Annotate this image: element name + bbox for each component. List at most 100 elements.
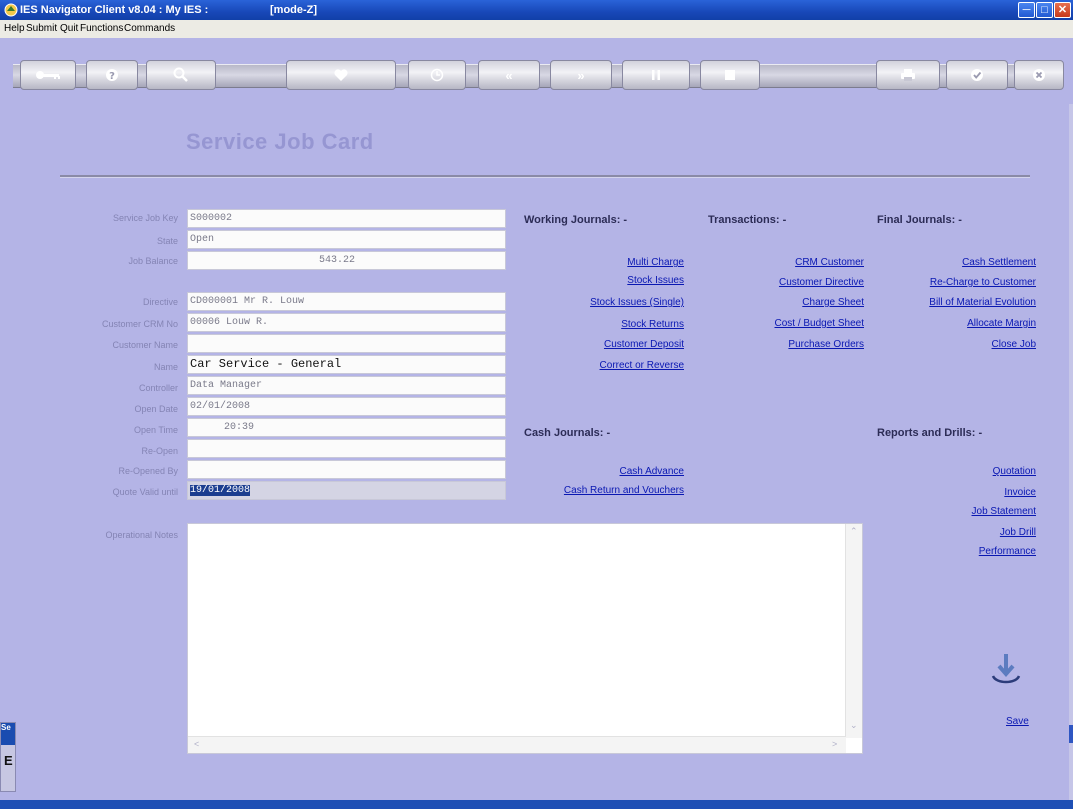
name-field[interactable]: Car Service - General <box>187 355 506 374</box>
link-stock-returns[interactable]: Stock Returns <box>520 319 684 330</box>
controller-field[interactable]: Data Manager <box>187 376 506 395</box>
docked-window-glyph: E <box>4 753 13 768</box>
maximize-button[interactable]: □ <box>1036 2 1053 18</box>
customer-name-field[interactable] <box>187 334 506 353</box>
minimize-icon: ─ <box>1022 4 1031 16</box>
notes-vertical-scrollbar[interactable]: ⌃ ⌄ <box>845 524 862 738</box>
job-balance-label: Job Balance <box>128 256 178 266</box>
quote-valid-until-label: Quote Valid until <box>112 487 178 497</box>
docked-window-stub[interactable]: Se E <box>0 722 16 792</box>
service-job-key-label: Service Job Key <box>112 213 178 223</box>
job-balance-field[interactable]: 543.22 <box>187 251 506 270</box>
link-cost-budget-sheet[interactable]: Cost / Budget Sheet <box>700 318 864 329</box>
rewind-icon: « <box>505 67 513 83</box>
minimize-button[interactable]: ─ <box>1018 2 1035 18</box>
state-label: State <box>156 236 178 246</box>
previous-button[interactable]: « <box>478 60 540 90</box>
scroll-left-icon[interactable]: < <box>194 739 199 749</box>
link-re-charge-to-customer[interactable]: Re-Charge to Customer <box>870 277 1036 288</box>
next-button[interactable]: » <box>550 60 612 90</box>
app-window: IES Navigator Client v8.04 : My IES : [m… <box>0 0 1073 809</box>
stop-icon <box>725 70 735 80</box>
toolbar: ? « » <box>0 38 1073 104</box>
download-save-icon <box>991 654 1021 684</box>
customer-crm-no-label: Customer CRM No <box>101 319 178 329</box>
history-button[interactable] <box>408 60 466 90</box>
scroll-up-icon[interactable]: ⌃ <box>850 526 858 537</box>
confirm-button[interactable] <box>946 60 1008 90</box>
menu-submit[interactable]: Submit <box>26 23 57 34</box>
link-quotation[interactable]: Quotation <box>870 466 1036 477</box>
service-job-key-field[interactable]: S000002 <box>187 209 506 228</box>
app-icon <box>4 3 18 17</box>
check-icon <box>971 69 983 81</box>
key-icon <box>36 71 60 79</box>
link-stock-issues[interactable]: Stock Issues <box>520 275 684 286</box>
bottom-border <box>0 800 1073 809</box>
directive-label: Directive <box>142 297 178 307</box>
link-job-drill[interactable]: Job Drill <box>870 527 1036 538</box>
link-customer-directive[interactable]: Customer Directive <box>700 277 864 288</box>
save-icon-button[interactable] <box>990 650 1022 690</box>
docked-window-title: Se <box>1 723 15 745</box>
re-open-field[interactable] <box>187 439 506 458</box>
link-multi-charge[interactable]: Multi Charge <box>520 257 684 268</box>
search-button[interactable] <box>146 60 216 90</box>
notes-horizontal-scrollbar[interactable]: < > <box>188 736 846 753</box>
re-opened-by-field[interactable] <box>187 460 506 479</box>
title-bar[interactable]: IES Navigator Client v8.04 : My IES : [m… <box>0 0 1073 20</box>
print-button[interactable] <box>876 60 940 90</box>
menu-commands[interactable]: Commands <box>124 23 175 34</box>
window-title: IES Navigator Client v8.04 : My IES : <box>20 4 209 16</box>
open-date-label: Open Date <box>134 404 178 414</box>
menu-functions[interactable]: Functions <box>80 23 123 34</box>
key-button[interactable] <box>20 60 76 90</box>
link-allocate-margin[interactable]: Allocate Margin <box>870 318 1036 329</box>
forward-icon: » <box>577 67 585 83</box>
state-field[interactable]: Open <box>187 230 506 249</box>
menu-help[interactable]: Help <box>4 23 25 34</box>
close-window-button[interactable]: ✕ <box>1054 2 1071 18</box>
menu-quit[interactable]: Quit <box>60 23 78 34</box>
link-job-statement[interactable]: Job Statement <box>870 506 1036 517</box>
link-charge-sheet[interactable]: Charge Sheet <box>700 297 864 308</box>
cancel-button[interactable] <box>1014 60 1064 90</box>
save-link[interactable]: Save <box>1006 716 1029 727</box>
link-cash-advance[interactable]: Cash Advance <box>520 466 685 477</box>
reports-and-drills-heading: Reports and Drills: - <box>877 427 983 439</box>
re-open-label: Re-Open <box>141 446 178 456</box>
svg-text:?: ? <box>109 71 115 82</box>
scroll-down-icon[interactable]: ⌄ <box>850 720 858 731</box>
scroll-right-icon[interactable]: > <box>832 739 837 749</box>
open-time-field[interactable]: 20:39 <box>187 418 506 437</box>
link-customer-deposit[interactable]: Customer Deposit <box>520 339 684 350</box>
customer-crm-no-field[interactable]: 00006 Louw R. <box>187 313 506 332</box>
favourite-button[interactable] <box>286 60 396 90</box>
stop-button[interactable] <box>700 60 760 90</box>
pause-button[interactable] <box>622 60 690 90</box>
right-edge-border <box>1069 104 1073 800</box>
heart-icon <box>334 69 348 81</box>
directive-field[interactable]: CD000001 Mr R. Louw <box>187 292 506 311</box>
link-correct-or-reverse[interactable]: Correct or Reverse <box>520 360 684 371</box>
open-date-field[interactable]: 02/01/2008 <box>187 397 506 416</box>
link-crm-customer[interactable]: CRM Customer <box>700 257 864 268</box>
link-cash-return-and-vouchers[interactable]: Cash Return and Vouchers <box>520 485 684 496</box>
page-title: Service Job Card <box>186 129 374 154</box>
link-bill-of-material-evolution[interactable]: Bill of Material Evolution <box>870 297 1036 308</box>
link-invoice[interactable]: Invoice <box>870 487 1036 498</box>
operational-notes-textarea[interactable]: ⌃ ⌄ < > <box>187 523 863 754</box>
link-close-job[interactable]: Close Job <box>870 339 1036 350</box>
link-purchase-orders[interactable]: Purchase Orders <box>700 339 864 350</box>
menu-bar: Help Submit Quit Functions Commands <box>0 20 1073 38</box>
link-stock-issues-single[interactable]: Stock Issues (Single) <box>520 297 684 308</box>
quote-valid-until-value: 19/01/2008 <box>190 485 251 496</box>
link-performance[interactable]: Performance <box>870 546 1036 557</box>
header-divider <box>60 175 1030 178</box>
help-button[interactable]: ? <box>86 60 138 90</box>
pause-icon <box>652 70 660 80</box>
quote-valid-until-field[interactable]: 19/01/2008 <box>187 481 506 500</box>
link-cash-settlement[interactable]: Cash Settlement <box>870 257 1036 268</box>
transactions-heading: Transactions: - <box>708 214 787 226</box>
name-label: Name <box>153 362 178 372</box>
